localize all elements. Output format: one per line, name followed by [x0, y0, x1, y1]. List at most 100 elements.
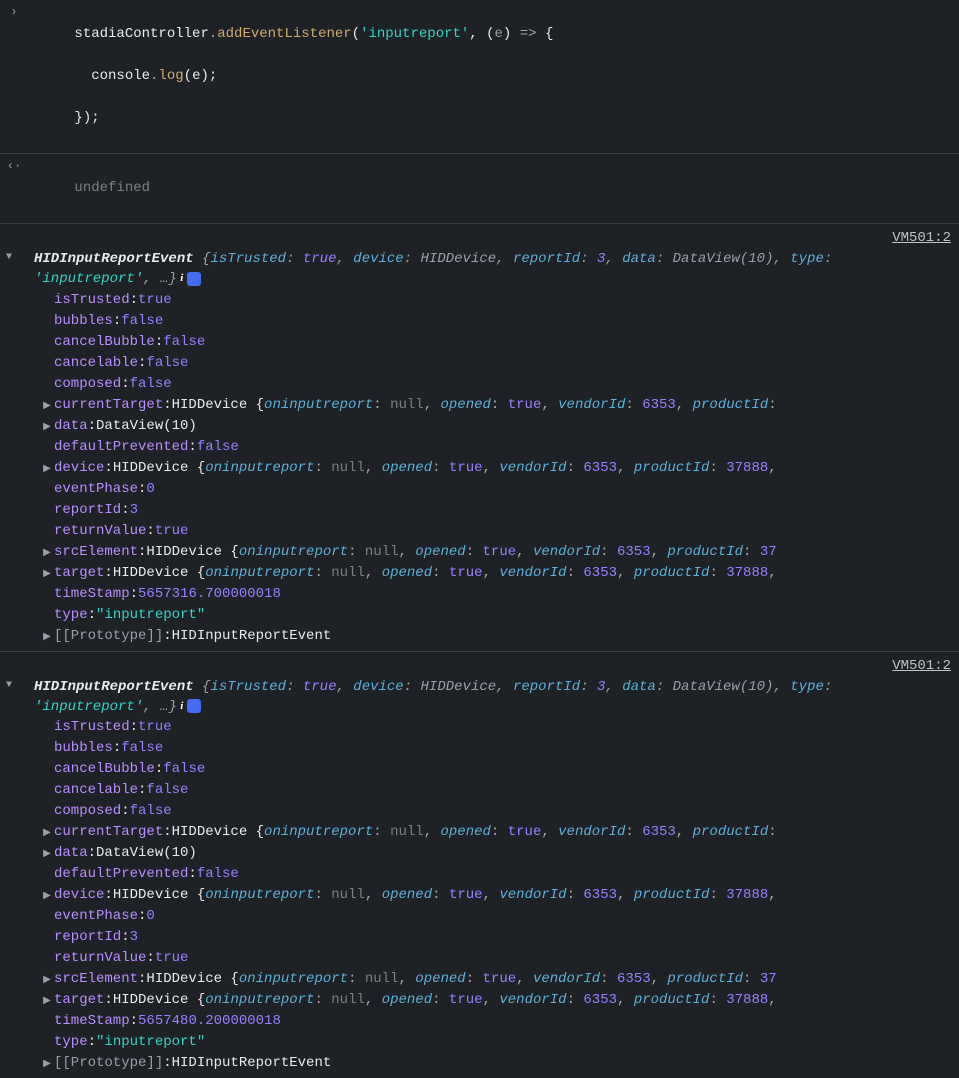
object-property[interactable]: ▶cancelBubble: false [4, 332, 953, 353]
source-link[interactable]: VM501:2 [892, 228, 951, 249]
object-property[interactable]: ▶device: HIDDevice {oninputreport: null,… [4, 458, 953, 479]
devtools-console: › stadiaController.addEventListener('inp… [0, 0, 959, 1078]
console-result-row: ‹· undefined [0, 154, 959, 224]
object-property[interactable]: ▶reportId: 3 [4, 927, 953, 948]
property-value: HIDDevice {oninputreport: null, opened: … [146, 542, 776, 563]
property-value: HIDDevice {oninputreport: null, opened: … [146, 969, 776, 990]
property-value: false [130, 374, 172, 395]
property-key: reportId [54, 500, 121, 521]
property-value: 3 [130, 927, 138, 948]
object-property[interactable]: ▶isTrusted: true [4, 717, 953, 738]
object-property[interactable]: ▶[[Prototype]]: HIDInputReportEvent [4, 1053, 953, 1074]
property-key: type [54, 605, 88, 626]
expand-down-icon[interactable]: ▼ [20, 251, 34, 266]
console-input-code[interactable]: stadiaController.addEventListener('input… [24, 3, 953, 150]
object-header[interactable]: ▼HIDInputReportEvent {isTrusted: true, d… [4, 249, 953, 290]
info-icon[interactable]: i [187, 699, 201, 713]
property-key: [[Prototype]] [54, 1053, 163, 1074]
property-value: false [163, 332, 205, 353]
property-value: false [146, 353, 188, 374]
object-properties: ▶isTrusted: true ▶bubbles: false ▶cancel… [4, 290, 953, 647]
object-header[interactable]: ▼HIDInputReportEvent {isTrusted: true, d… [4, 677, 953, 718]
object-property[interactable]: ▶target: HIDDevice {oninputreport: null,… [4, 990, 953, 1011]
object-property[interactable]: ▶returnValue: true [4, 948, 953, 969]
property-value: true [155, 948, 189, 969]
object-property[interactable]: ▶[[Prototype]]: HIDInputReportEvent [4, 626, 953, 647]
expand-right-icon[interactable]: ▶ [40, 567, 54, 582]
expand-right-icon[interactable]: ▶ [40, 973, 54, 988]
property-key: device [54, 458, 104, 479]
expand-right-icon[interactable]: ▶ [40, 889, 54, 904]
object-property[interactable]: ▶returnValue: true [4, 521, 953, 542]
property-key: eventPhase [54, 479, 138, 500]
undefined-text: undefined [74, 180, 150, 196]
object-property[interactable]: ▶type: "inputreport" [4, 1032, 953, 1053]
property-key: defaultPrevented [54, 437, 188, 458]
property-value: DataView(10) [96, 416, 197, 437]
expand-right-icon[interactable]: ▶ [40, 826, 54, 841]
property-value: HIDDevice {oninputreport: null, opened: … [113, 990, 777, 1011]
object-property[interactable]: ▶bubbles: false [4, 738, 953, 759]
property-key: reportId [54, 927, 121, 948]
property-value: 5657480.200000018 [138, 1011, 281, 1032]
expand-right-icon[interactable]: ▶ [40, 994, 54, 1009]
object-property[interactable]: ▶data: DataView(10) [4, 843, 953, 864]
property-key: cancelable [54, 780, 138, 801]
property-value: true [138, 717, 172, 738]
object-property[interactable]: ▶bubbles: false [4, 311, 953, 332]
expand-right-icon[interactable]: ▶ [40, 847, 54, 862]
object-property[interactable]: ▶timeStamp: 5657480.200000018 [4, 1011, 953, 1032]
object-property[interactable]: ▶data: DataView(10) [4, 416, 953, 437]
property-key: composed [54, 801, 121, 822]
expand-down-icon[interactable]: ▼ [20, 679, 34, 694]
property-value: 3 [130, 500, 138, 521]
object-property[interactable]: ▶type: "inputreport" [4, 605, 953, 626]
object-property[interactable]: ▶reportId: 3 [4, 500, 953, 521]
property-key: data [54, 843, 88, 864]
object-property[interactable]: ▶cancelable: false [4, 780, 953, 801]
object-property[interactable]: ▶currentTarget: HIDDevice {oninputreport… [4, 822, 953, 843]
property-key: cancelable [54, 353, 138, 374]
property-key: target [54, 990, 104, 1011]
object-property[interactable]: ▶cancelable: false [4, 353, 953, 374]
object-property[interactable]: ▶defaultPrevented: false [4, 437, 953, 458]
object-property[interactable]: ▶srcElement: HIDDevice {oninputreport: n… [4, 542, 953, 563]
property-key: timeStamp [54, 584, 130, 605]
property-value: false [163, 759, 205, 780]
property-value: HIDDevice {oninputreport: null, opened: … [113, 885, 777, 906]
property-value: false [121, 738, 163, 759]
object-property[interactable]: ▶composed: false [4, 801, 953, 822]
expand-right-icon[interactable]: ▶ [40, 462, 54, 477]
object-property[interactable]: ▶cancelBubble: false [4, 759, 953, 780]
property-key: isTrusted [54, 717, 130, 738]
expand-right-icon[interactable]: ▶ [40, 546, 54, 561]
object-property[interactable]: ▶eventPhase: 0 [4, 479, 953, 500]
expand-right-icon[interactable]: ▶ [40, 1057, 54, 1072]
property-key: srcElement [54, 542, 138, 563]
object-property[interactable]: ▶device: HIDDevice {oninputreport: null,… [4, 885, 953, 906]
property-value: 0 [146, 479, 154, 500]
property-key: currentTarget [54, 395, 163, 416]
property-key: device [54, 885, 104, 906]
expand-right-icon[interactable]: ▶ [40, 399, 54, 414]
object-property[interactable]: ▶defaultPrevented: false [4, 864, 953, 885]
object-property[interactable]: ▶eventPhase: 0 [4, 906, 953, 927]
property-value: HIDInputReportEvent [172, 626, 332, 647]
info-icon[interactable]: i [187, 272, 201, 286]
object-property[interactable]: ▶composed: false [4, 374, 953, 395]
property-key: currentTarget [54, 822, 163, 843]
source-link[interactable]: VM501:2 [892, 656, 951, 677]
expand-right-icon[interactable]: ▶ [40, 630, 54, 645]
object-property[interactable]: ▶currentTarget: HIDDevice {oninputreport… [4, 395, 953, 416]
object-property[interactable]: ▶srcElement: HIDDevice {oninputreport: n… [4, 969, 953, 990]
property-key: bubbles [54, 311, 113, 332]
property-key: target [54, 563, 104, 584]
property-key: data [54, 416, 88, 437]
expand-right-icon[interactable]: ▶ [40, 420, 54, 435]
object-property[interactable]: ▶timeStamp: 5657316.700000018 [4, 584, 953, 605]
property-value: true [138, 290, 172, 311]
property-key: timeStamp [54, 1011, 130, 1032]
object-property[interactable]: ▶isTrusted: true [4, 290, 953, 311]
object-property[interactable]: ▶target: HIDDevice {oninputreport: null,… [4, 563, 953, 584]
property-key: type [54, 1032, 88, 1053]
